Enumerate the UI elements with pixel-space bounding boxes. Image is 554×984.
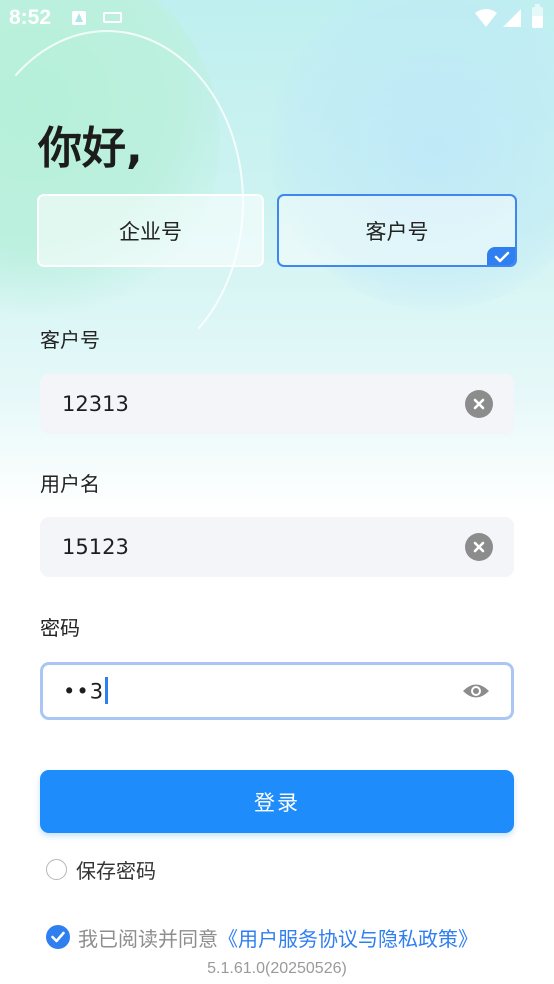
account-type-enterprise[interactable]: 企业号 — [37, 194, 264, 267]
keyboard-icon — [103, 12, 122, 23]
save-password-label: 保存密码 — [76, 858, 156, 883]
agreement-text: 我已阅读并同意 — [78, 926, 218, 951]
selected-check-icon — [487, 247, 515, 265]
clear-icon[interactable] — [465, 533, 493, 561]
username-input[interactable] — [62, 517, 462, 577]
password-label: 密码 — [40, 616, 80, 640]
app-notification-icon — [72, 11, 86, 25]
save-password-checkbox[interactable] — [46, 858, 67, 880]
customer-no-input[interactable] — [62, 374, 462, 434]
eye-icon[interactable] — [462, 680, 490, 702]
agreement-link[interactable]: 《用户服务协议与隐私政策》 — [218, 923, 478, 952]
password-masked-value: ••3 — [63, 679, 105, 704]
username-field[interactable] — [40, 517, 514, 577]
username-label: 用户名 — [40, 472, 100, 496]
customer-no-field[interactable] — [40, 374, 514, 434]
text-caret — [105, 677, 109, 704]
status-time: 8:52 — [9, 6, 52, 29]
signal-icon — [503, 9, 521, 27]
password-input[interactable]: ••3 — [63, 677, 109, 706]
battery-icon — [532, 4, 543, 28]
save-password-row[interactable]: 保存密码 — [46, 856, 156, 883]
version-text: 5.1.61.0(20250526) — [207, 960, 347, 977]
greeting-title: 你好, — [38, 123, 143, 174]
account-type-customer[interactable]: 客户号 — [277, 194, 517, 267]
status-bar: 8:52 — [0, 0, 554, 38]
account-type-enterprise-label: 企业号 — [119, 219, 182, 244]
account-type-customer-label: 客户号 — [365, 219, 429, 244]
wifi-icon — [475, 9, 497, 27]
agreement-check-icon[interactable] — [46, 925, 70, 949]
customer-no-label: 客户号 — [40, 328, 100, 352]
login-button[interactable]: 登录 — [40, 770, 514, 833]
password-field[interactable]: ••3 — [40, 662, 514, 720]
agreement-row: 我已阅读并同意 《用户服务协议与隐私政策》 — [46, 923, 478, 951]
clear-icon[interactable] — [465, 390, 493, 418]
